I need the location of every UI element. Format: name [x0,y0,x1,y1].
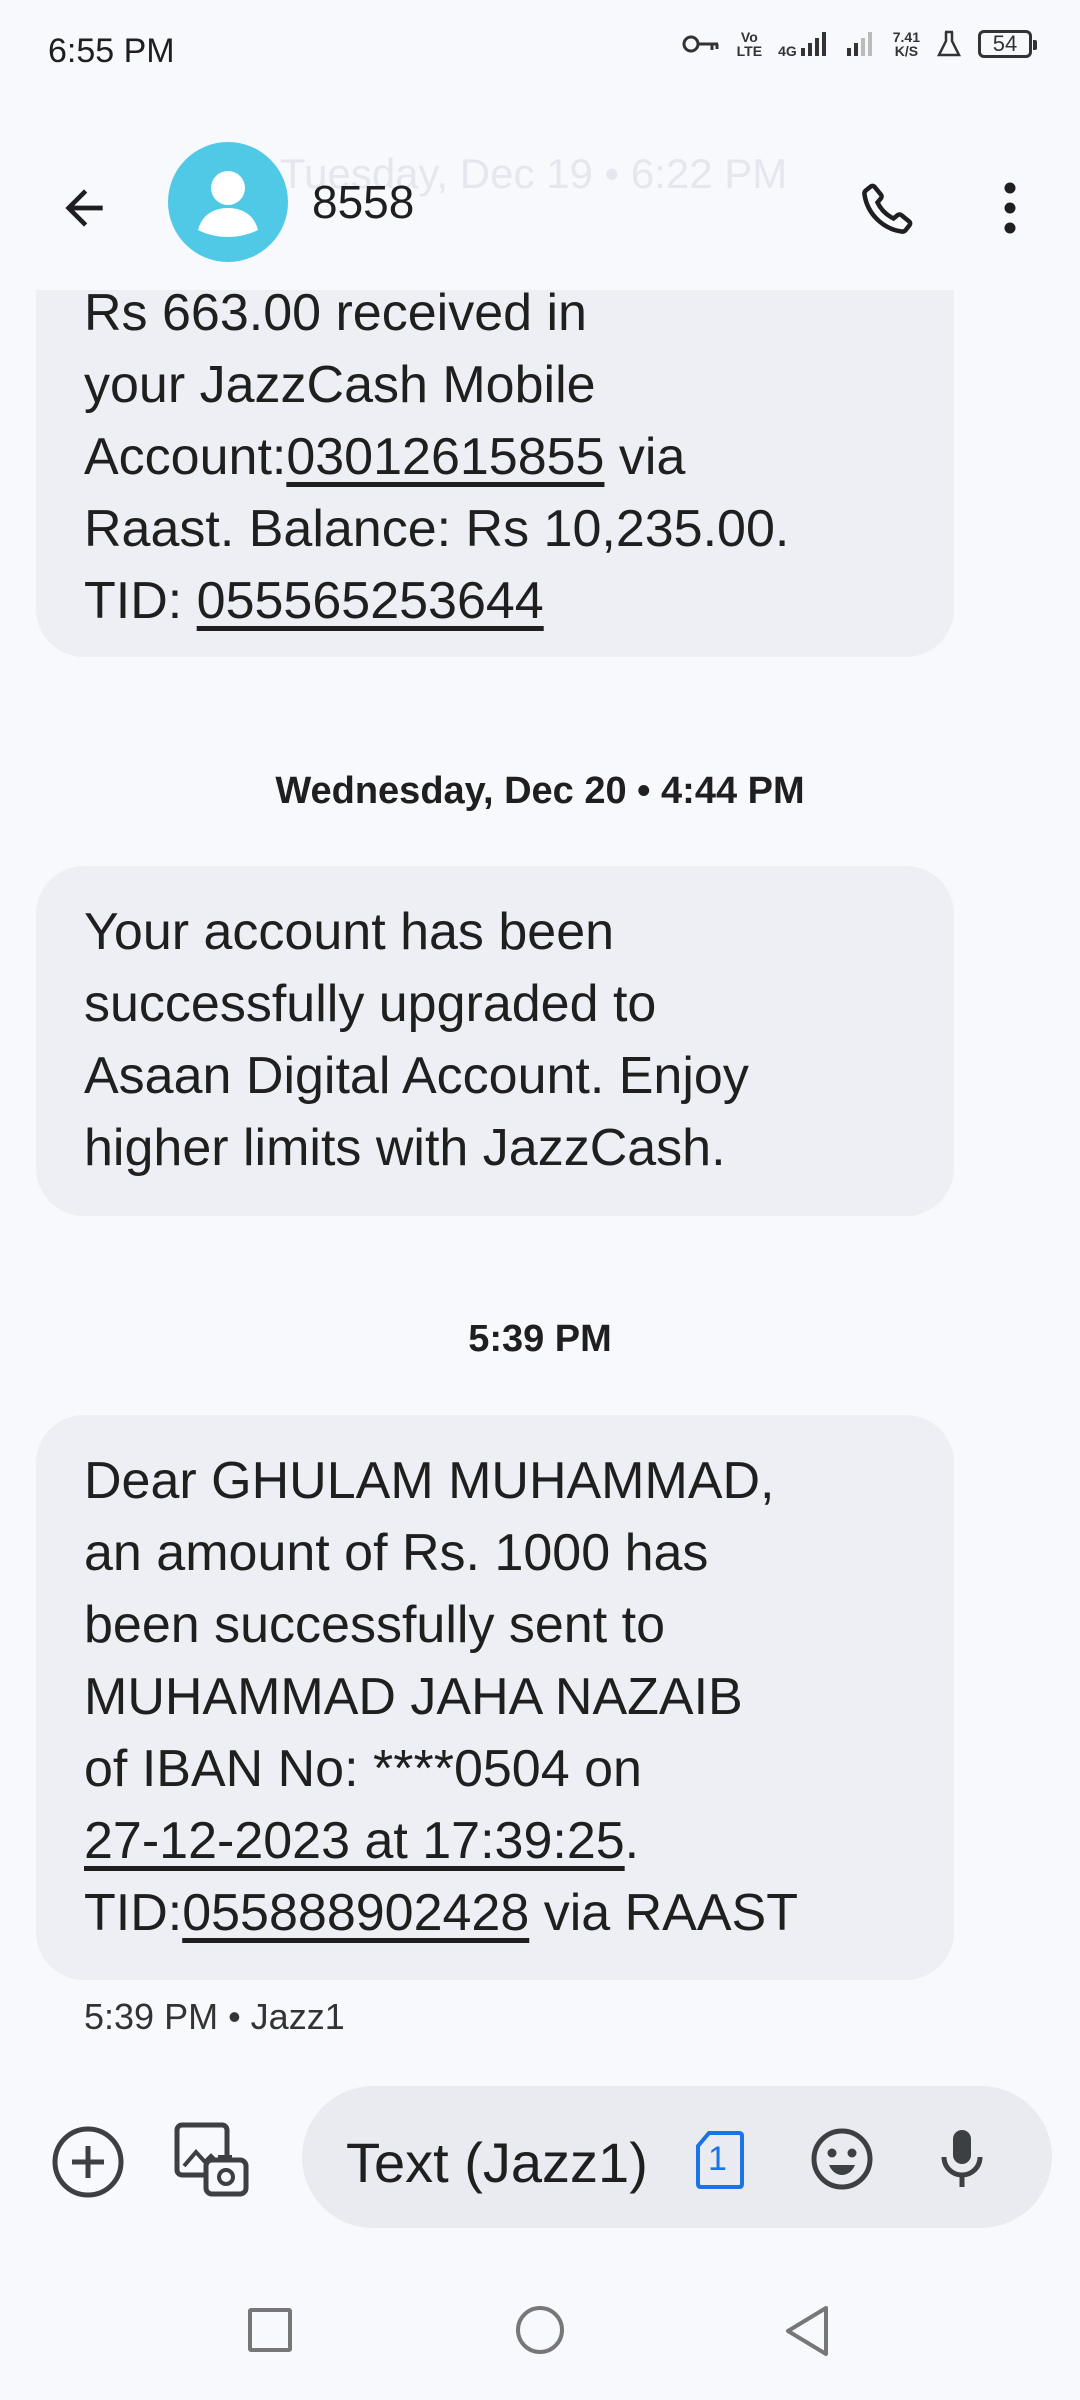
contact-name: 8558 [312,176,415,228]
message-bubble[interactable]: Dear GHULAM MUHAMMAD, an amount of Rs. 10… [36,1415,954,1980]
message-link[interactable]: 27-12-2023 at 17:39:25 [84,1812,625,1870]
message-text: MUHAMMAD JAHA NAZAIB [84,1668,743,1726]
more-vert-icon [1004,182,1016,234]
gallery-camera-icon [174,2122,249,2197]
message-text: via RAAST [529,1884,798,1942]
arrow-back-icon [65,189,103,227]
sim-selector-button[interactable]: 1 [690,2128,750,2192]
message-text: successfully upgraded to [84,975,657,1033]
volte-top: Vo [740,29,758,45]
message-text: higher limits with JazzCash. [84,1119,726,1177]
message-text: via [604,428,686,486]
lab-icon [936,30,962,58]
message-text: an amount of Rs. 1000 has [84,1524,709,1582]
message-meta: 5:39 PM • Jazz1 [84,1996,345,2037]
message-list[interactable]: Rs 663.00 received in your JazzCash Mobil… [0,290,1080,2050]
message-line: MUHAMMAD JAHA NAZAIB [84,1661,910,1733]
status-bar: 6:55 PM Vo LTE 4G 7.41 K/S 54 [0,0,1080,100]
home-button[interactable] [516,2306,564,2354]
emoji-button[interactable] [807,2124,877,2194]
message-line: an amount of Rs. 1000 has [84,1517,910,1589]
message-text: Dear GHULAM MUHAMMAD, [84,1452,775,1510]
message-text: Asaan Digital Account. Enjoy [84,1047,749,1105]
message-bubble[interactable]: Rs 663.00 received in your JazzCash Mobil… [36,290,954,657]
message-text: . [624,1812,640,1870]
add-circle-icon [52,2126,124,2198]
system-navigation-bar [0,2260,1080,2400]
message-link[interactable]: 055888902428 [182,1884,529,1942]
date-separator: Wednesday, Dec 20 • 4:44 PM [275,770,805,812]
person-icon [198,171,258,237]
message-line: higher limits with JazzCash. [84,1112,910,1184]
message-link[interactable]: 055565253644 [197,572,544,630]
message-input[interactable] [346,2130,666,2195]
message-text: Raast. Balance: Rs 10,235.00. [84,500,790,558]
message-line: 27-12-2023 at 17:39:25. [84,1805,910,1877]
speed-value: 7.41 [892,29,920,45]
signal-icon [845,30,877,58]
gen-label: 4G [778,43,797,59]
conversation-header: Tuesday, Dec 19 • 6:22 PM 8558 [0,130,1080,280]
message-line: Your account has been [84,896,910,968]
nav-back-icon[interactable] [782,2304,832,2358]
date-separator: 5:39 PM [468,1318,612,1360]
message-line: successfully upgraded to [84,968,910,1040]
back-button[interactable] [48,172,120,244]
emoji-icon [811,2128,873,2190]
volte-icon: Vo LTE [737,30,762,58]
message-text: Rs 663.00 received in [84,290,587,342]
battery-icon: 54 [978,30,1037,58]
volte-bottom: LTE [736,43,763,59]
status-time: 6:55 PM [48,32,175,70]
mic-icon [941,2130,983,2187]
message-text-field[interactable]: 1 [302,2086,1052,2228]
message-line: Account:03012615855 via [84,421,910,493]
add-attachment-button[interactable] [48,2122,128,2202]
message-text: Account: [84,428,287,486]
message-line: been successfully sent to [84,1589,910,1661]
recents-button[interactable] [248,2308,292,2352]
sim-number: 1 [708,2140,727,2178]
message-line: TID:055888902428 via RAAST [84,1877,910,1949]
call-button[interactable] [850,170,926,246]
message-line: TID: 055565253644 [84,565,910,637]
message-text: been successfully sent to [84,1596,665,1654]
message-line: Asaan Digital Account. Enjoy [84,1040,910,1112]
message-text: your JazzCash Mobile [84,356,596,414]
message-bubble[interactable]: Your account has been successfully upgrad… [36,866,954,1216]
signal-4g-icon: 4G [778,30,829,58]
status-icons: Vo LTE 4G 7.41 K/S 54 [681,30,1037,58]
speed-unit: K/S [894,43,919,59]
vpn-key-icon [681,32,721,56]
speed-icon: 7.41 K/S [893,30,920,58]
compose-bar: 1 [0,2080,1080,2230]
message-line: of IBAN No: ****0504 on [84,1733,910,1805]
message-text: Your account has been [84,903,615,961]
message-text: TID: [84,1884,183,1942]
avatar[interactable] [168,142,288,262]
voice-input-button[interactable] [932,2124,992,2194]
message-link[interactable]: 03012615855 [286,428,604,486]
message-line: Dear GHULAM MUHAMMAD, [84,1445,910,1517]
gallery-button[interactable] [170,2118,254,2202]
message-line: your JazzCash Mobile [84,349,910,421]
phone-icon [862,183,913,234]
message-line: Raast. Balance: Rs 10,235.00. [84,493,910,565]
message-text: of IBAN No: ****0504 on [84,1740,642,1798]
message-line: Rs 663.00 received in [84,290,910,349]
more-options-button[interactable] [980,170,1040,246]
message-text: TID: [84,572,197,630]
